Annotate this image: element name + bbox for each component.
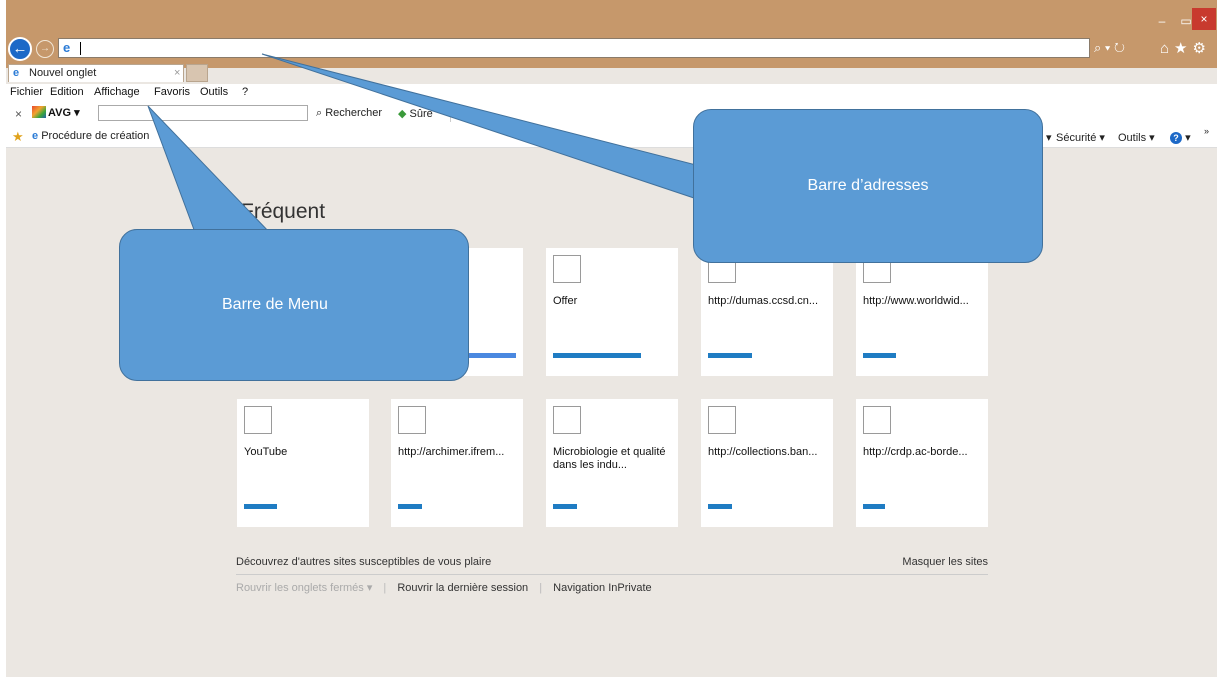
menu-bar-callout-text: Barre de Menu	[222, 296, 328, 313]
address-callout-pointer	[261, 53, 701, 201]
address-bar-callout: Barre d’adresses	[693, 109, 1043, 263]
menu-callout-pointer	[147, 105, 274, 236]
menu-bar-callout: Barre de Menu	[119, 229, 469, 381]
address-bar-callout-text: Barre d’adresses	[807, 177, 929, 194]
